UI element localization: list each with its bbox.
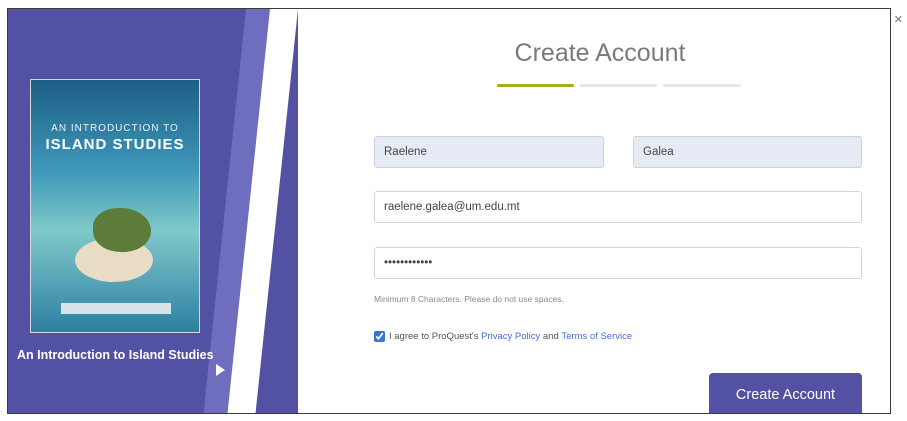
agree-row: I agree to ProQuest's Privacy Policy and… (374, 331, 632, 342)
email-field[interactable] (374, 191, 862, 223)
progress-step-3 (663, 84, 741, 87)
book-caption: An Introduction to Island Studies (17, 348, 214, 362)
agree-and-text: and (542, 331, 559, 342)
book-author-band (61, 303, 171, 314)
agree-text: I agree to ProQuest's (389, 331, 479, 342)
book-panel: AN INTRODUCTION TO ISLAND STUDIES An Int… (8, 9, 298, 413)
progress-step-1 (497, 84, 574, 87)
create-account-button[interactable]: Create Account (709, 373, 862, 413)
progress-step-2 (580, 84, 657, 87)
terms-of-service-link[interactable]: Terms of Service (561, 331, 632, 342)
page-title: Create Account (514, 39, 686, 67)
play-icon (216, 364, 225, 376)
book-cover-supertitle: AN INTRODUCTION TO (51, 123, 179, 134)
last-name-field[interactable] (633, 136, 862, 168)
book-cover-image: AN INTRODUCTION TO ISLAND STUDIES (30, 79, 200, 333)
privacy-policy-link[interactable]: Privacy Policy (481, 331, 540, 342)
agree-checkbox[interactable] (374, 331, 385, 342)
password-field[interactable] (374, 247, 862, 279)
first-name-field[interactable] (374, 136, 604, 168)
close-icon[interactable]: × (894, 12, 903, 27)
create-account-modal: AN INTRODUCTION TO ISLAND STUDIES An Int… (7, 8, 891, 414)
password-hint: Minimum 8 Characters. Please do not use … (374, 294, 564, 304)
island-vegetation (93, 208, 151, 252)
book-cover-title: ISLAND STUDIES (45, 136, 185, 153)
